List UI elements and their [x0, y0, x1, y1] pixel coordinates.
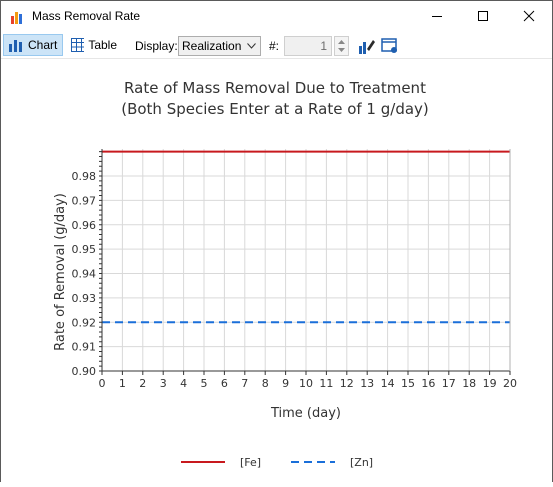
stepper-arrows-icon [338, 40, 345, 52]
x-tick-label: 6 [221, 377, 228, 390]
y-tick-label: 0.91 [72, 341, 97, 354]
y-tick-labels: 0.90 0.91 0.92 0.93 0.94 0.95 0.96 0.97 0.98 [72, 170, 97, 378]
x-tick-label: 2 [139, 377, 146, 390]
chart-title: Rate of Mass Removal Due to Treatment [124, 79, 426, 97]
x-tick-labels: 0 1 2 3 4 5 6 7 8 9 10 11 12 13 14 15 16 17 18 19 20 [99, 377, 518, 390]
chart-area: Rate of Mass Removal Due to Treatment (B… [1, 60, 552, 482]
maximize-button[interactable] [460, 1, 506, 31]
x-tick-label: 5 [201, 377, 208, 390]
x-tick-label: 13 [360, 377, 374, 390]
maximize-icon [478, 11, 488, 21]
close-icon [523, 10, 535, 22]
chart-view-label: Chart [28, 38, 58, 52]
chart-app-icon [11, 12, 22, 24]
x-tick-label: 18 [462, 377, 476, 390]
x-tick-label: 8 [262, 377, 269, 390]
number-label: #: [269, 39, 280, 53]
display-select-value: Realization [182, 39, 242, 53]
legend-label-1: [Fe] [240, 456, 261, 469]
table-view-label: Table [88, 38, 117, 52]
grid [102, 149, 511, 372]
y-axis-label: Rate of Removal (g/day) [53, 193, 68, 351]
chart-settings-icon[interactable] [381, 37, 399, 55]
x-tick-label: 0 [99, 377, 106, 390]
x-tick-label: 11 [319, 377, 333, 390]
line-chart: Rate of Mass Removal Due to Treatment (B… [53, 79, 518, 469]
y-tick-label: 0.98 [72, 170, 97, 183]
chart-view-button[interactable]: Chart [3, 34, 63, 56]
x-tick-label: 15 [401, 377, 415, 390]
mass-removal-rate-window: Mass Removal Rate Chart Table Display: R… [0, 0, 553, 482]
x-tick-label: 3 [160, 377, 167, 390]
x-tick-label: 19 [483, 377, 497, 390]
x-tick-label: 17 [442, 377, 456, 390]
y-tick-label: 0.94 [72, 268, 97, 281]
chevron-down-icon [247, 43, 256, 49]
chart-properties-icon[interactable] [358, 37, 376, 55]
x-tick-label: 16 [421, 377, 435, 390]
close-button[interactable] [506, 1, 552, 31]
minimize-button[interactable] [414, 1, 460, 31]
window-title: Mass Removal Rate [32, 9, 141, 23]
minimize-icon [432, 16, 442, 17]
realization-number-stepper[interactable] [334, 36, 349, 56]
title-bar: Mass Removal Rate [1, 1, 552, 31]
x-tick-label: 7 [241, 377, 248, 390]
x-tick-label: 20 [503, 377, 517, 390]
x-tick-label: 12 [340, 377, 354, 390]
x-axis-label: Time (day) [270, 406, 341, 421]
table-icon [71, 38, 85, 52]
display-label: Display: [135, 39, 178, 53]
toolbar: Chart Table Display: Realization #: 1 [1, 32, 552, 59]
legend-label-2: [Zn] [350, 456, 373, 469]
y-tick-label: 0.92 [72, 316, 97, 329]
realization-number-input[interactable]: 1 [284, 36, 332, 56]
legend: [Fe] [Zn] [181, 456, 373, 469]
y-tick-label: 0.90 [72, 365, 97, 378]
x-tick-label: 4 [180, 377, 187, 390]
table-view-button[interactable]: Table [67, 34, 121, 56]
x-tick-label: 1 [119, 377, 126, 390]
y-tick-label: 0.97 [72, 194, 97, 207]
bar-chart-icon [9, 40, 22, 52]
x-tick-label: 10 [299, 377, 313, 390]
y-tick-label: 0.93 [72, 292, 97, 305]
x-tick-label: 14 [381, 377, 395, 390]
x-tick-label: 9 [282, 377, 289, 390]
y-tick-label: 0.96 [72, 219, 97, 232]
chart-subtitle: (Both Species Enter at a Rate of 1 g/day… [121, 100, 429, 118]
display-select[interactable]: Realization [178, 36, 261, 56]
y-tick-label: 0.95 [72, 243, 97, 256]
